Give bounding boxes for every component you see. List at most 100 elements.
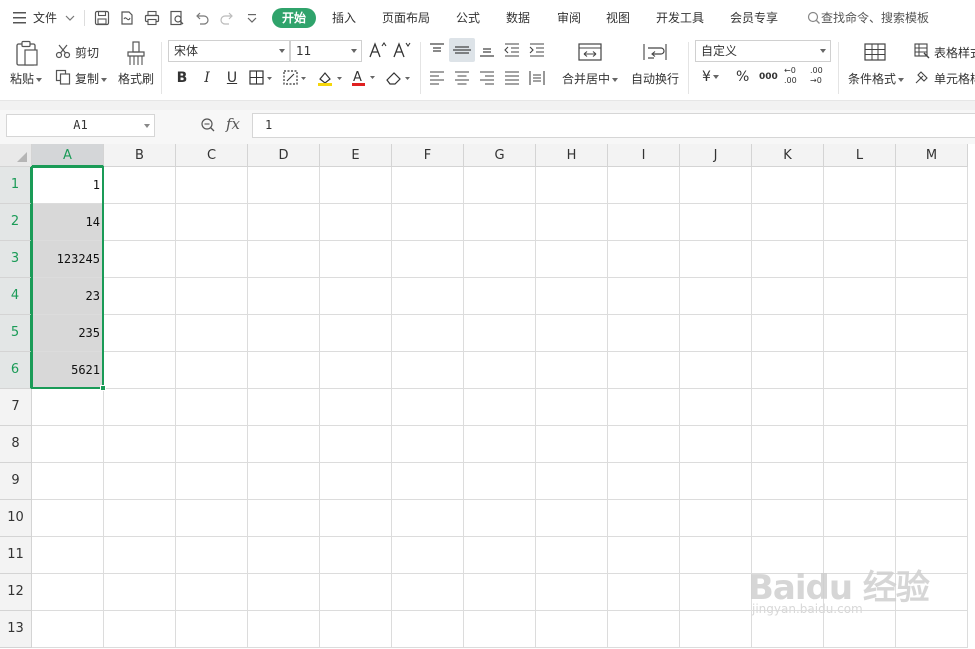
cell-a5[interactable]: 235 bbox=[32, 315, 104, 352]
cell-f12[interactable] bbox=[392, 574, 464, 611]
row-header-1[interactable]: 1 bbox=[0, 167, 32, 204]
paste-icon[interactable] bbox=[14, 40, 40, 71]
cell-g1[interactable] bbox=[464, 167, 536, 204]
format-painter-button[interactable]: 格式刷 bbox=[118, 70, 154, 87]
cell-e2[interactable] bbox=[320, 204, 392, 241]
thousands-separator-button[interactable]: 000 bbox=[759, 72, 778, 82]
print-preview-icon[interactable] bbox=[168, 9, 186, 27]
cell-a12[interactable] bbox=[32, 574, 104, 611]
cell-k8[interactable] bbox=[752, 426, 824, 463]
percent-button[interactable]: % bbox=[736, 69, 749, 85]
cell-e5[interactable] bbox=[320, 315, 392, 352]
cell-j1[interactable] bbox=[680, 167, 752, 204]
cell-a1[interactable]: 1 bbox=[32, 167, 104, 204]
cell-k7[interactable] bbox=[752, 389, 824, 426]
cell-l7[interactable] bbox=[824, 389, 896, 426]
cell-h7[interactable] bbox=[536, 389, 608, 426]
column-header-c[interactable]: C bbox=[176, 144, 248, 167]
cell-b13[interactable] bbox=[104, 611, 176, 648]
cell-d2[interactable] bbox=[248, 204, 320, 241]
tab-view[interactable]: 视图 bbox=[606, 0, 630, 36]
cell-a8[interactable] bbox=[32, 426, 104, 463]
bold-button[interactable]: B bbox=[173, 68, 191, 88]
cell-b6[interactable] bbox=[104, 352, 176, 389]
cell-e7[interactable] bbox=[320, 389, 392, 426]
cell-k6[interactable] bbox=[752, 352, 824, 389]
cell-j8[interactable] bbox=[680, 426, 752, 463]
cell-b7[interactable] bbox=[104, 389, 176, 426]
cell-a3[interactable]: 123245 bbox=[32, 241, 104, 278]
cell-a11[interactable] bbox=[32, 537, 104, 574]
cell-m1[interactable] bbox=[896, 167, 968, 204]
row-header-7[interactable]: 7 bbox=[0, 389, 32, 426]
cell-h12[interactable] bbox=[536, 574, 608, 611]
cell-i9[interactable] bbox=[608, 463, 680, 500]
cell-l4[interactable] bbox=[824, 278, 896, 315]
cell-i8[interactable] bbox=[608, 426, 680, 463]
cell-m13[interactable] bbox=[896, 611, 968, 648]
cell-f1[interactable] bbox=[392, 167, 464, 204]
cell-c8[interactable] bbox=[176, 426, 248, 463]
cell-g11[interactable] bbox=[464, 537, 536, 574]
cell-j7[interactable] bbox=[680, 389, 752, 426]
cell-f9[interactable] bbox=[392, 463, 464, 500]
decrease-indent-icon[interactable] bbox=[503, 41, 521, 62]
column-header-l[interactable]: L bbox=[824, 144, 896, 167]
formula-input[interactable]: 1 bbox=[252, 113, 975, 138]
cell-l3[interactable] bbox=[824, 241, 896, 278]
eraser-icon[interactable] bbox=[384, 69, 412, 90]
cell-j12[interactable] bbox=[680, 574, 752, 611]
cell-d10[interactable] bbox=[248, 500, 320, 537]
justify-icon[interactable] bbox=[503, 69, 521, 90]
column-header-g[interactable]: G bbox=[464, 144, 536, 167]
conditional-format-icon[interactable] bbox=[862, 41, 888, 66]
column-header-d[interactable]: D bbox=[248, 144, 320, 167]
column-header-m[interactable]: M bbox=[896, 144, 968, 167]
cell-e4[interactable] bbox=[320, 278, 392, 315]
cell-c13[interactable] bbox=[176, 611, 248, 648]
cell-m10[interactable] bbox=[896, 500, 968, 537]
tab-data[interactable]: 数据 bbox=[506, 0, 530, 36]
row-header-3[interactable]: 3 bbox=[0, 241, 32, 278]
cell-l8[interactable] bbox=[824, 426, 896, 463]
tab-member[interactable]: 会员专享 bbox=[730, 0, 778, 36]
merge-center-button[interactable]: 合并居中 bbox=[562, 70, 619, 87]
cell-k10[interactable] bbox=[752, 500, 824, 537]
column-header-e[interactable]: E bbox=[320, 144, 392, 167]
cell-c7[interactable] bbox=[176, 389, 248, 426]
cell-k3[interactable] bbox=[752, 241, 824, 278]
tab-developer[interactable]: 开发工具 bbox=[656, 0, 704, 36]
cell-d3[interactable] bbox=[248, 241, 320, 278]
cell-d4[interactable] bbox=[248, 278, 320, 315]
cell-l5[interactable] bbox=[824, 315, 896, 352]
cell-l6[interactable] bbox=[824, 352, 896, 389]
cell-j10[interactable] bbox=[680, 500, 752, 537]
cell-m8[interactable] bbox=[896, 426, 968, 463]
cell-e12[interactable] bbox=[320, 574, 392, 611]
cell-d11[interactable] bbox=[248, 537, 320, 574]
cell-d8[interactable] bbox=[248, 426, 320, 463]
font-size-select[interactable]: 11 bbox=[290, 40, 362, 62]
cell-i13[interactable] bbox=[608, 611, 680, 648]
cell-g9[interactable] bbox=[464, 463, 536, 500]
cell-m9[interactable] bbox=[896, 463, 968, 500]
cell-d6[interactable] bbox=[248, 352, 320, 389]
row-header-2[interactable]: 2 bbox=[0, 204, 32, 241]
column-header-a[interactable]: A bbox=[32, 144, 104, 167]
table-style-icon[interactable] bbox=[913, 42, 931, 63]
file-menu[interactable]: 文件 bbox=[33, 0, 57, 36]
cell-i4[interactable] bbox=[608, 278, 680, 315]
cell-h6[interactable] bbox=[536, 352, 608, 389]
cell-style-icon[interactable] bbox=[913, 68, 931, 89]
cell-m2[interactable] bbox=[896, 204, 968, 241]
cell-h3[interactable] bbox=[536, 241, 608, 278]
font-color-icon[interactable]: A bbox=[350, 68, 378, 91]
conditional-format-button[interactable]: 条件格式 bbox=[848, 70, 905, 87]
cell-b4[interactable] bbox=[104, 278, 176, 315]
italic-button[interactable]: I bbox=[199, 68, 215, 88]
cell-j5[interactable] bbox=[680, 315, 752, 352]
cell-i3[interactable] bbox=[608, 241, 680, 278]
tab-page-layout[interactable]: 页面布局 bbox=[382, 0, 430, 36]
column-header-i[interactable]: I bbox=[608, 144, 680, 167]
cell-c11[interactable] bbox=[176, 537, 248, 574]
